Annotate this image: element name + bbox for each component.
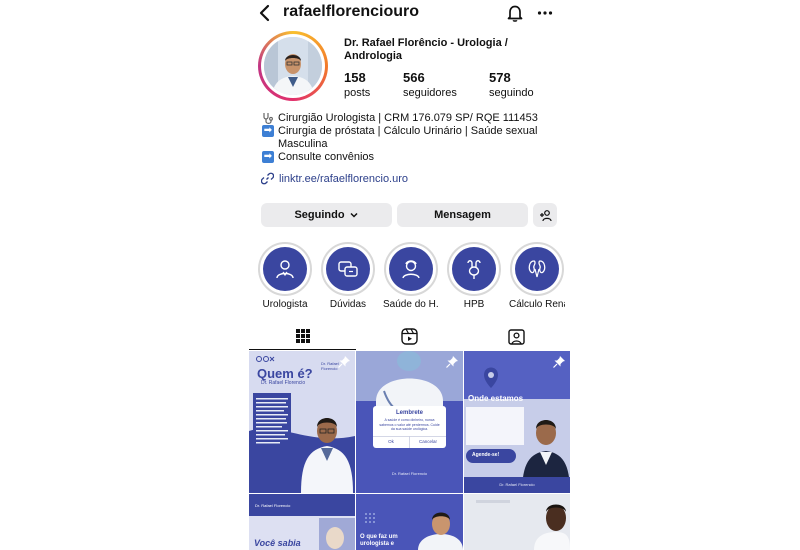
- message-button-label: Mensagem: [434, 209, 491, 221]
- tagged-icon: [508, 328, 525, 345]
- instagram-profile-screen: rafaelflorenciouro Dr. Rafael Florêncio …: [249, 0, 570, 550]
- post-text: Você sabia: [254, 538, 301, 548]
- highlight-label: Saúde do H...: [383, 299, 439, 310]
- bio-line-2: Cirurgia de próstata | Cálculo Urinário …: [278, 125, 538, 150]
- highlight-saude-homem[interactable]: Saúde do H...: [383, 242, 439, 310]
- bio-line-services: ➡ Cirurgia de próstata | Cálculo Urinári…: [261, 125, 566, 151]
- profile-tabs: [249, 322, 570, 350]
- post-title: Quem é?: [257, 366, 313, 381]
- dialog-ok: Ok: [388, 439, 394, 444]
- bio-line-insurance: ➡ Consulte convênios: [261, 151, 566, 164]
- notification-bell-icon[interactable]: [505, 3, 525, 23]
- post-tile[interactable]: Quem é? Dr. Rafael Florencio Dr. Rafael …: [249, 351, 355, 493]
- highlight-hpb[interactable]: HPB: [446, 242, 502, 310]
- doctor-icon: [263, 247, 307, 291]
- highlight-duvidas[interactable]: Dúvidas: [320, 242, 376, 310]
- posts-count-label: posts: [344, 87, 371, 99]
- dialog-title: Lembrete: [395, 410, 423, 416]
- kidney-icon: [515, 247, 559, 291]
- pin-icon: [552, 355, 566, 369]
- post-footer: Dr. Rafael Florencio: [499, 482, 535, 487]
- chat-icon: [326, 247, 370, 291]
- post-title: Onde estamos: [468, 394, 524, 403]
- prostate-icon: [452, 247, 496, 291]
- more-options-icon[interactable]: [535, 3, 555, 23]
- post-tile[interactable]: Lembrete A saúde é como dinheiro, nunca …: [356, 351, 463, 493]
- grid-icon: [295, 328, 311, 344]
- highlight-label: Urologista: [262, 299, 308, 310]
- following-button-label: Seguindo: [294, 209, 345, 221]
- post-cta: Agende-se!: [472, 452, 500, 458]
- add-person-icon: [539, 209, 552, 222]
- posts-grid: Quem é? Dr. Rafael Florencio Dr. Rafael …: [249, 351, 570, 550]
- post-tile[interactable]: [464, 494, 570, 550]
- profile-username: rafaelflorenciouro: [283, 3, 420, 20]
- post-footer: Dr. Rafael Florencio: [391, 471, 428, 476]
- dialog-cancel: Cancelar: [418, 439, 437, 444]
- highlight-urologista[interactable]: Urologista: [257, 242, 313, 310]
- followers-count-label: seguidores: [403, 87, 457, 99]
- post-text: O que faz um urologista e: [360, 534, 398, 547]
- post-tile[interactable]: Onde estamos Agende-se! Dr. Rafael Flore…: [464, 351, 570, 493]
- following-count-value: 578: [489, 70, 511, 85]
- chevron-down-icon: [349, 210, 359, 220]
- profile-photo: [264, 37, 322, 95]
- suggest-people-button[interactable]: [533, 203, 557, 227]
- bio-line-1: Cirurgião Urologista | CRM 176.079 SP/ R…: [278, 112, 538, 124]
- top-bar: rafaelflorenciouro: [249, 0, 570, 26]
- profile-bio: Cirurgião Urologista | CRM 176.079 SP/ R…: [261, 112, 566, 164]
- link-icon: [261, 172, 274, 185]
- following-button[interactable]: Seguindo: [261, 203, 392, 227]
- following-count-label: seguindo: [489, 87, 534, 99]
- highlight-label: HPB: [463, 299, 485, 310]
- bio-line-3: Consulte convênios: [278, 151, 375, 163]
- highlight-label: Cálculo Renal: [509, 299, 565, 310]
- active-tab-indicator: [249, 349, 356, 350]
- dialog-text: A saúde é como dinheiro, nunca sabemos o…: [379, 418, 440, 431]
- pin-icon: [337, 355, 351, 369]
- post-tile[interactable]: Dr. Rafael Florencio Você sabia: [249, 494, 355, 550]
- highlight-calculo-renal[interactable]: Cálculo Renal: [509, 242, 565, 310]
- posts-count-value: 158: [344, 70, 366, 85]
- following-count[interactable]: 578 seguindo: [489, 70, 534, 99]
- followers-count[interactable]: 566 seguidores: [403, 70, 457, 99]
- stethoscope-icon: [261, 112, 275, 125]
- profile-avatar[interactable]: [258, 31, 328, 101]
- right-arrow-icon: ➡: [262, 151, 274, 163]
- posts-count[interactable]: 158 posts: [344, 70, 370, 99]
- tab-tagged[interactable]: [463, 322, 570, 350]
- post-logo-text: Dr. Rafael Florencio: [255, 503, 291, 508]
- reels-icon: [401, 327, 418, 345]
- post-subtitle: Dr. Rafael Florencio: [261, 380, 306, 386]
- bio-line-specialty: Cirurgião Urologista | CRM 176.079 SP/ R…: [261, 112, 566, 125]
- right-arrow-icon: ➡: [262, 125, 274, 137]
- message-button[interactable]: Mensagem: [397, 203, 528, 227]
- profile-display-name: Dr. Rafael Florêncio - Urologia / Androl…: [344, 37, 508, 62]
- followers-count-value: 566: [403, 70, 425, 85]
- man-icon: [389, 247, 433, 291]
- tab-reels[interactable]: [356, 322, 463, 350]
- profile-link[interactable]: linktr.ee/rafaelflorencio.uro: [261, 172, 408, 185]
- post-tile[interactable]: O que faz um urologista e: [356, 494, 463, 550]
- back-arrow-icon[interactable]: [255, 3, 275, 23]
- profile-link-text: linktr.ee/rafaelflorencio.uro: [279, 172, 409, 185]
- pin-icon: [445, 355, 459, 369]
- tab-grid[interactable]: [249, 322, 356, 350]
- highlight-label: Dúvidas: [329, 299, 367, 310]
